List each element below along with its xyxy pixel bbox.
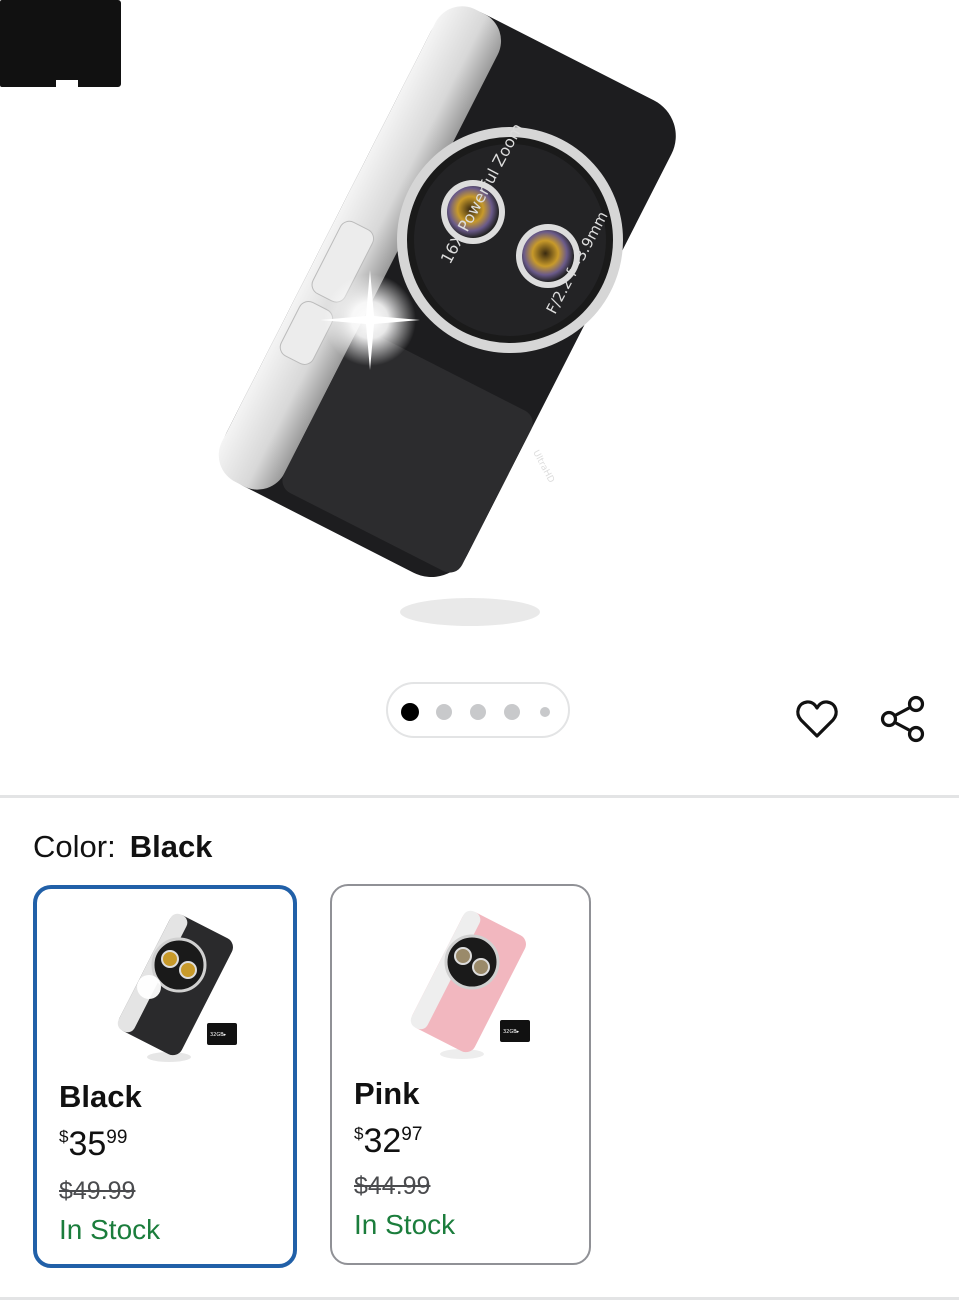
option-was-price: $49.99 (59, 1177, 136, 1205)
sd-card-label: 32GB▸ (638, 512, 717, 537)
option-was-price: $44.99 (354, 1172, 431, 1200)
selected-color-value: Black (129, 829, 213, 864)
carousel-dot-5[interactable] (540, 707, 550, 717)
color-label: Color: (33, 829, 116, 864)
option-stock-status: In Stock (354, 1209, 456, 1240)
option-name: Black (59, 1079, 142, 1114)
black-camera-thumbnail: 32GB▸ (117, 913, 237, 1062)
share-button[interactable] (878, 693, 930, 745)
bottom-divider (0, 1297, 959, 1300)
sd-card-image (0, 0, 121, 87)
svg-text:32GB▸: 32GB▸ (210, 1032, 227, 1038)
color-option-black[interactable]: 32GB▸ Black $3599 $49.99 In Stock (33, 885, 297, 1268)
share-icon (880, 695, 925, 743)
option-name: Pink (354, 1076, 420, 1111)
option-price: $3297 (354, 1122, 423, 1160)
carousel-dot-4[interactable] (504, 704, 520, 720)
camera-illustration: 16X Powerful Zoom F/2.2 f=3.9mm 4K Ultra… (218, 6, 676, 626)
carousel-dot-1[interactable] (401, 703, 419, 721)
svg-text:32GB▸: 32GB▸ (503, 1029, 520, 1035)
color-option-pink[interactable]: 32GB▸ Pink $3297 $44.99 In Stock (330, 884, 591, 1265)
section-divider (0, 795, 959, 798)
carousel-dot-2[interactable] (436, 704, 452, 720)
option-price: $3599 (59, 1125, 128, 1163)
option-stock-status: In Stock (59, 1214, 161, 1245)
heart-outline-icon (796, 700, 838, 738)
product-image[interactable]: 16X Powerful Zoom F/2.2 f=3.9mm 4K Ultra… (0, 0, 959, 660)
color-selector-header: Color: Black (33, 829, 212, 865)
carousel-dot-3[interactable] (470, 704, 486, 720)
favorite-button[interactable] (793, 695, 841, 743)
pink-camera-thumbnail: 32GB▸ (410, 910, 530, 1059)
image-carousel-indicator[interactable] (386, 682, 570, 738)
